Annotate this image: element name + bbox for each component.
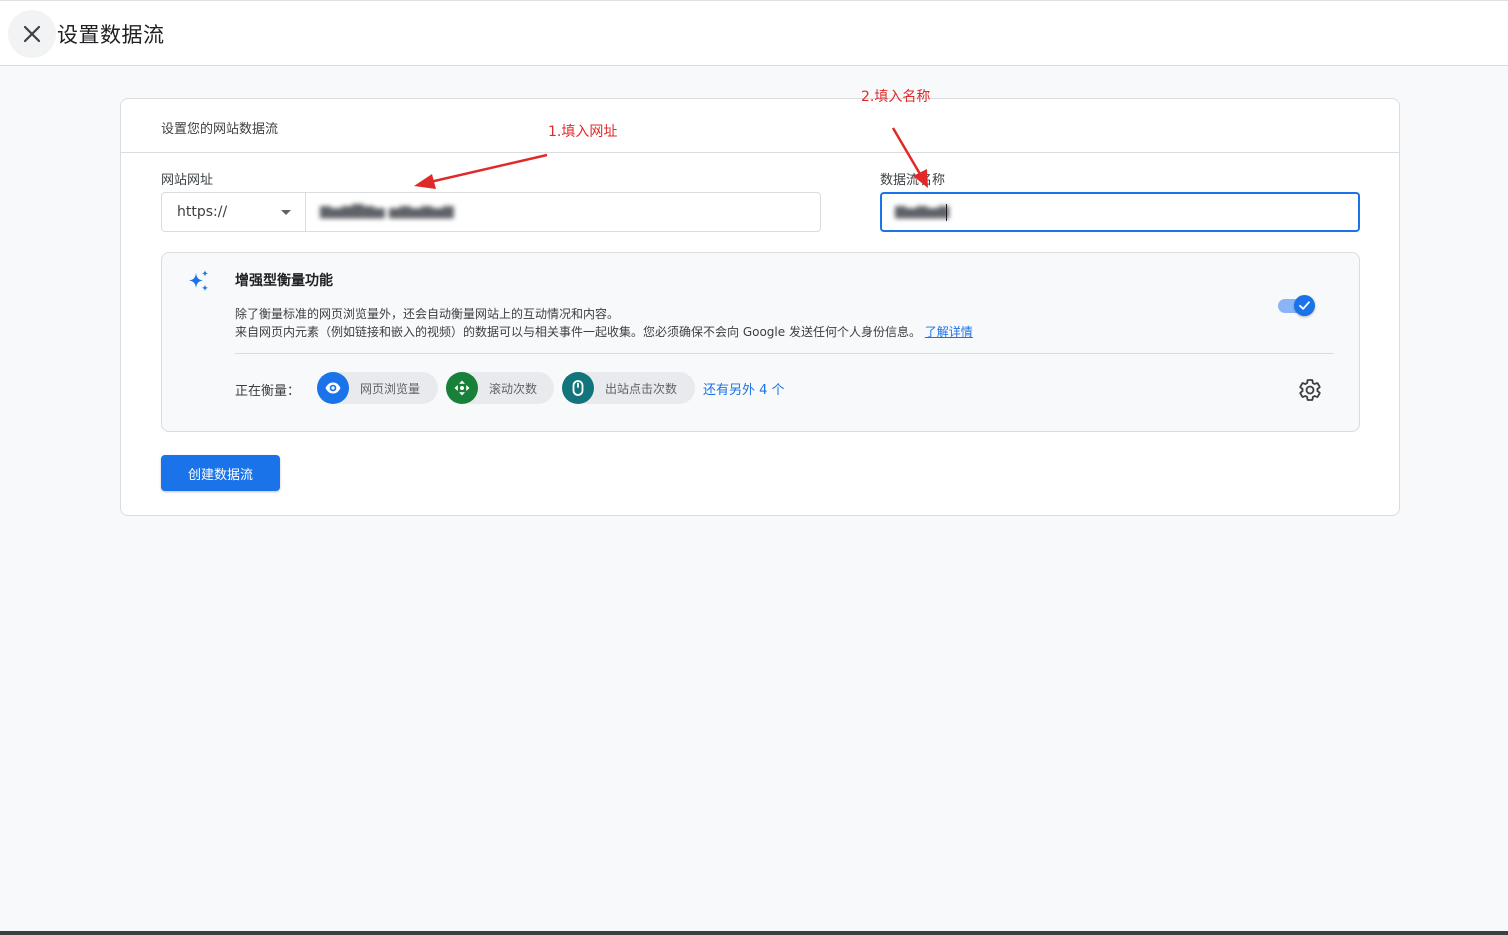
annotation-step2: 2.填入名称 — [861, 89, 931, 105]
check-icon — [1299, 301, 1310, 310]
sparkle-icon — [189, 270, 209, 292]
close-button[interactable] — [8, 10, 56, 58]
card-header: 设置您的网站数据流 — [121, 99, 1399, 153]
close-icon — [23, 25, 41, 43]
protocol-value: https:// — [177, 204, 228, 220]
chip-outbound-clicks: 出站点击次数 — [562, 372, 695, 404]
panel-divider — [235, 353, 1334, 354]
text-cursor — [946, 204, 947, 221]
mouse-icon — [562, 372, 594, 404]
eye-icon — [317, 372, 349, 404]
stream-setup-card: 设置您的网站数据流 网站网址 https:// ▆▅▆▇▆▅ ▅▆▅▆▅▆ 数据… — [120, 98, 1400, 516]
url-label: 网站网址 — [161, 173, 214, 188]
toggle-knob — [1294, 295, 1315, 316]
enhanced-desc-line2-text: 来自网页内元素（例如链接和嵌入的视频）的数据可以与相关事件一起收集。您必须确保不… — [235, 325, 921, 339]
website-url-input[interactable]: ▆▅▆▇▆▅ ▅▆▅▆▅▆ — [305, 192, 821, 232]
top-bar: 设置数据流 — [0, 0, 1508, 66]
dropdown-caret-icon — [281, 210, 291, 215]
bottom-edge — [0, 931, 1508, 935]
stream-name-label: 数据流名称 — [880, 173, 946, 188]
chip-scrolls: 滚动次数 — [446, 372, 554, 404]
scroll-icon — [446, 372, 478, 404]
chip-scrolls-label: 滚动次数 — [489, 381, 538, 396]
enhanced-desc-line2: 来自网页内元素（例如链接和嵌入的视频）的数据可以与相关事件一起收集。您必须确保不… — [235, 323, 973, 340]
card-header-text: 设置您的网站数据流 — [161, 122, 279, 137]
settings-gear-icon[interactable] — [1298, 378, 1322, 402]
more-events-link[interactable]: 还有另外 4 个 — [703, 379, 785, 398]
protocol-select[interactable]: https:// — [161, 192, 306, 232]
enhanced-measurement-panel: 增强型衡量功能 除了衡量标准的网页浏览量外，还会自动衡量网站上的互动情况和内容。… — [161, 252, 1360, 432]
chip-page-views-label: 网页浏览量 — [360, 381, 421, 396]
enhanced-measurement-toggle[interactable] — [1278, 293, 1316, 317]
chip-page-views: 网页浏览量 — [317, 372, 438, 404]
redacted-name-text: ▆▅▆▅▆ — [895, 203, 949, 219]
page-title: 设置数据流 — [57, 23, 165, 47]
chip-outbound-clicks-label: 出站点击次数 — [605, 381, 678, 396]
enhanced-measurement-title: 增强型衡量功能 — [235, 273, 333, 289]
stream-name-input[interactable]: ▆▅▆▅▆ — [880, 192, 1360, 232]
learn-more-link[interactable]: 了解详情 — [925, 325, 973, 339]
create-stream-button[interactable]: 创建数据流 — [161, 455, 280, 491]
measuring-label: 正在衡量： — [235, 384, 301, 399]
annotation-step1: 1.填入网址 — [548, 124, 618, 140]
enhanced-desc-line1: 除了衡量标准的网页浏览量外，还会自动衡量网站上的互动情况和内容。 — [235, 307, 620, 321]
redacted-url-text: ▆▅▆▇▆▅ ▅▆▅▆▅▆ — [320, 203, 454, 219]
